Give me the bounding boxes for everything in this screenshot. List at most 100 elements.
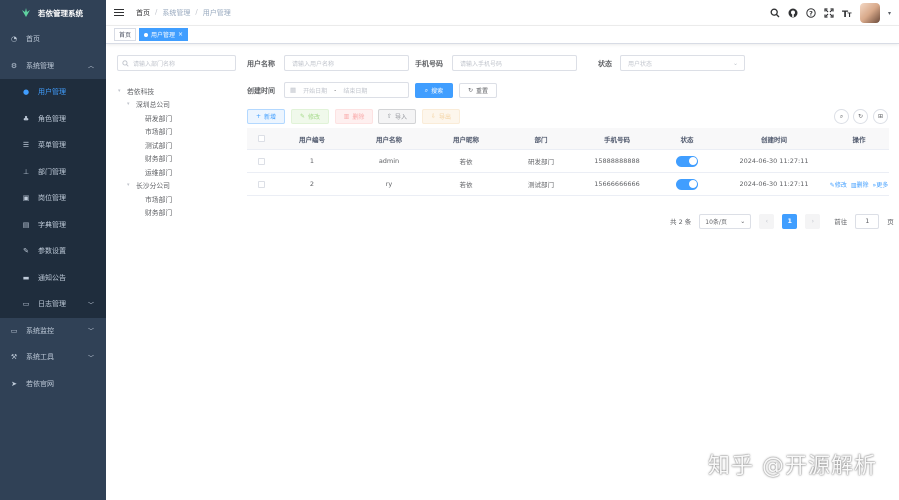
- goto-label: 前往: [834, 218, 848, 226]
- sidebar-item[interactable]: ◔ 首页: [0, 26, 106, 53]
- import-button[interactable]: ⇧ 导入: [378, 109, 416, 124]
- row-checkbox[interactable]: [257, 180, 265, 188]
- sidebar: 若依管理系统 ◔ 首页 ⚙ 系统管理 ︿ ● 用户管理 ♣ 角色管理 ☰ 菜单管理 ⊥ 部门管理 ▣ 岗位管…: [0, 0, 106, 500]
- username-input[interactable]: 请输入用户名称: [284, 55, 409, 71]
- date-range-picker[interactable]: ▦ 开始日期 - 结束日期: [284, 82, 409, 98]
- tag-current-label: 用户管理: [151, 32, 176, 39]
- caret-down-icon[interactable]: ▾: [118, 88, 124, 94]
- cell-created: 2024-06-30 11:27:11: [739, 157, 809, 165]
- tree-node[interactable]: 市场部门: [118, 125, 172, 139]
- tree-node[interactable]: ▾ 长沙分公司: [118, 179, 172, 193]
- columns-button[interactable]: ⊞: [873, 109, 888, 124]
- sidebar-item[interactable]: ▭ 日志管理 ﹀: [0, 291, 106, 318]
- goto-page-input[interactable]: 1: [855, 213, 880, 229]
- sidebar-item[interactable]: ⊥ 部门管理: [0, 158, 106, 185]
- chevron-right-icon: ›: [811, 217, 814, 225]
- tree-node[interactable]: 财务部门: [118, 152, 172, 166]
- question-icon[interactable]: ?: [806, 8, 816, 18]
- refresh-button[interactable]: ↻: [853, 109, 868, 124]
- tree-node[interactable]: ▾ 若依科技: [118, 84, 172, 98]
- tag-close-icon[interactable]: ×: [178, 31, 183, 38]
- username-label: 用户名称: [247, 60, 275, 68]
- next-page-button[interactable]: ›: [805, 213, 821, 229]
- dept-tree: ▾ 若依科技 ▾ 深圳总公司 研发部门 市场部门 测试部门 财务部门 运维部门 ▾ 长沙分公司 市场部…: [118, 84, 172, 219]
- tag-active-dot: [144, 32, 149, 37]
- tree-node[interactable]: 市场部门: [118, 192, 172, 206]
- caret-down-icon[interactable]: ▾: [888, 10, 891, 17]
- phone-input[interactable]: 请输入手机号码: [452, 55, 577, 71]
- navbar: 首页 / 系统管理 / 用户管理 ? TT ▾: [106, 0, 899, 26]
- tree-node[interactable]: 测试部门: [118, 138, 172, 152]
- sidebar-item[interactable]: ♣ 角色管理: [0, 105, 106, 132]
- tree-node[interactable]: 研发部门: [118, 111, 172, 125]
- search-button[interactable]: ⌕ 搜索: [415, 83, 453, 98]
- chevron-left-icon: ‹: [765, 217, 768, 225]
- caret-down-icon[interactable]: ▾: [127, 101, 133, 107]
- edit-icon: ✎: [299, 113, 305, 120]
- sidebar-item[interactable]: ▬ 通知公告: [0, 264, 106, 291]
- sidebar-item[interactable]: ● 用户管理: [0, 79, 106, 106]
- row-checkbox[interactable]: [257, 157, 265, 165]
- cell-dept: 研发部门: [528, 158, 554, 166]
- chevron-down-icon: ⌄: [732, 59, 738, 67]
- tree-node[interactable]: ▾ 深圳总公司: [118, 98, 172, 112]
- sidebar-item[interactable]: ▤ 字典管理: [0, 211, 106, 238]
- font-size-icon[interactable]: TT: [842, 8, 852, 18]
- breadcrumb-system: 系统管理: [162, 8, 191, 17]
- col-header: 用户昵称: [453, 135, 479, 144]
- search-icon: ⌕: [424, 86, 429, 94]
- tree-node[interactable]: 运维部门: [118, 165, 172, 179]
- sidebar-item[interactable]: ▣ 岗位管理: [0, 185, 106, 212]
- cell-nickname: 若依: [459, 158, 473, 166]
- page-number[interactable]: 1: [782, 213, 798, 229]
- status-select[interactable]: 用户状态 ⌄: [620, 55, 745, 71]
- page-size-select[interactable]: 10条/页 ⌄: [699, 213, 752, 229]
- status-switch[interactable]: [676, 178, 698, 190]
- edit-icon: ✎: [23, 247, 29, 256]
- hamburger-icon[interactable]: [114, 8, 124, 17]
- download-icon: ⇩: [430, 113, 436, 120]
- phone-placeholder: 请输入手机号码: [460, 60, 503, 68]
- dept-search-input[interactable]: 请输入部门名称: [117, 55, 236, 71]
- tree-node-label: 长沙分公司: [136, 182, 170, 191]
- prev-page-button[interactable]: ‹: [759, 213, 775, 229]
- avatar[interactable]: [859, 3, 880, 23]
- sidebar-logo[interactable]: 若依管理系统: [0, 0, 106, 26]
- row-op-button[interactable]: ✎修改: [830, 180, 847, 189]
- sidebar-item[interactable]: ➤ 若依官网: [0, 370, 106, 397]
- sidebar-item[interactable]: ⚒ 系统工具 ﹀: [0, 344, 106, 371]
- page-size-value: 10条/页: [705, 218, 727, 226]
- edit-button[interactable]: ✎ 修改: [291, 109, 329, 124]
- tree-node[interactable]: 财务部门: [118, 206, 172, 220]
- tree-table-icon: ☰: [22, 141, 30, 150]
- tag-home[interactable]: 首页: [114, 28, 137, 41]
- tag-user-management[interactable]: 用户管理 ×: [139, 28, 189, 41]
- reset-button[interactable]: ↻ 重置: [459, 83, 497, 98]
- search-icon[interactable]: [770, 8, 780, 18]
- breadcrumb-home[interactable]: 首页: [136, 8, 150, 18]
- fullscreen-icon[interactable]: [824, 8, 834, 18]
- sidebar-item[interactable]: ✎ 参数设置: [0, 238, 106, 265]
- app-title: 若依管理系统: [38, 8, 83, 18]
- delete-button[interactable]: ▥ 删除: [335, 109, 373, 124]
- caret-down-icon[interactable]: ▾: [127, 182, 133, 188]
- row-op-label: 删除: [856, 181, 869, 189]
- github-icon[interactable]: [788, 8, 798, 18]
- sidebar-item[interactable]: ⚙ 系统管理 ︿: [0, 53, 106, 80]
- tree-node-label: 测试部门: [145, 141, 173, 150]
- search-icon: [122, 59, 129, 67]
- row-op-button[interactable]: ▥删除: [851, 180, 869, 189]
- sidebar-item[interactable]: ☰ 菜单管理: [0, 132, 106, 159]
- select-all-checkbox[interactable]: [257, 135, 265, 142]
- page-unit-label: 页: [887, 218, 894, 226]
- status-switch[interactable]: [676, 155, 698, 167]
- toggle-search-button[interactable]: ⌕: [834, 109, 849, 124]
- export-button[interactable]: ⇩ 导出: [422, 109, 460, 124]
- add-button[interactable]: + 新增: [247, 109, 285, 124]
- chevron-up-icon: ︿: [87, 63, 94, 71]
- tree-node-label: 市场部门: [145, 128, 173, 137]
- row-op-button[interactable]: »更多: [873, 180, 889, 189]
- status-label: 状态: [598, 60, 612, 68]
- sidebar-item[interactable]: ▭ 系统监控 ﹀: [0, 317, 106, 344]
- message-icon: ▬: [22, 273, 30, 282]
